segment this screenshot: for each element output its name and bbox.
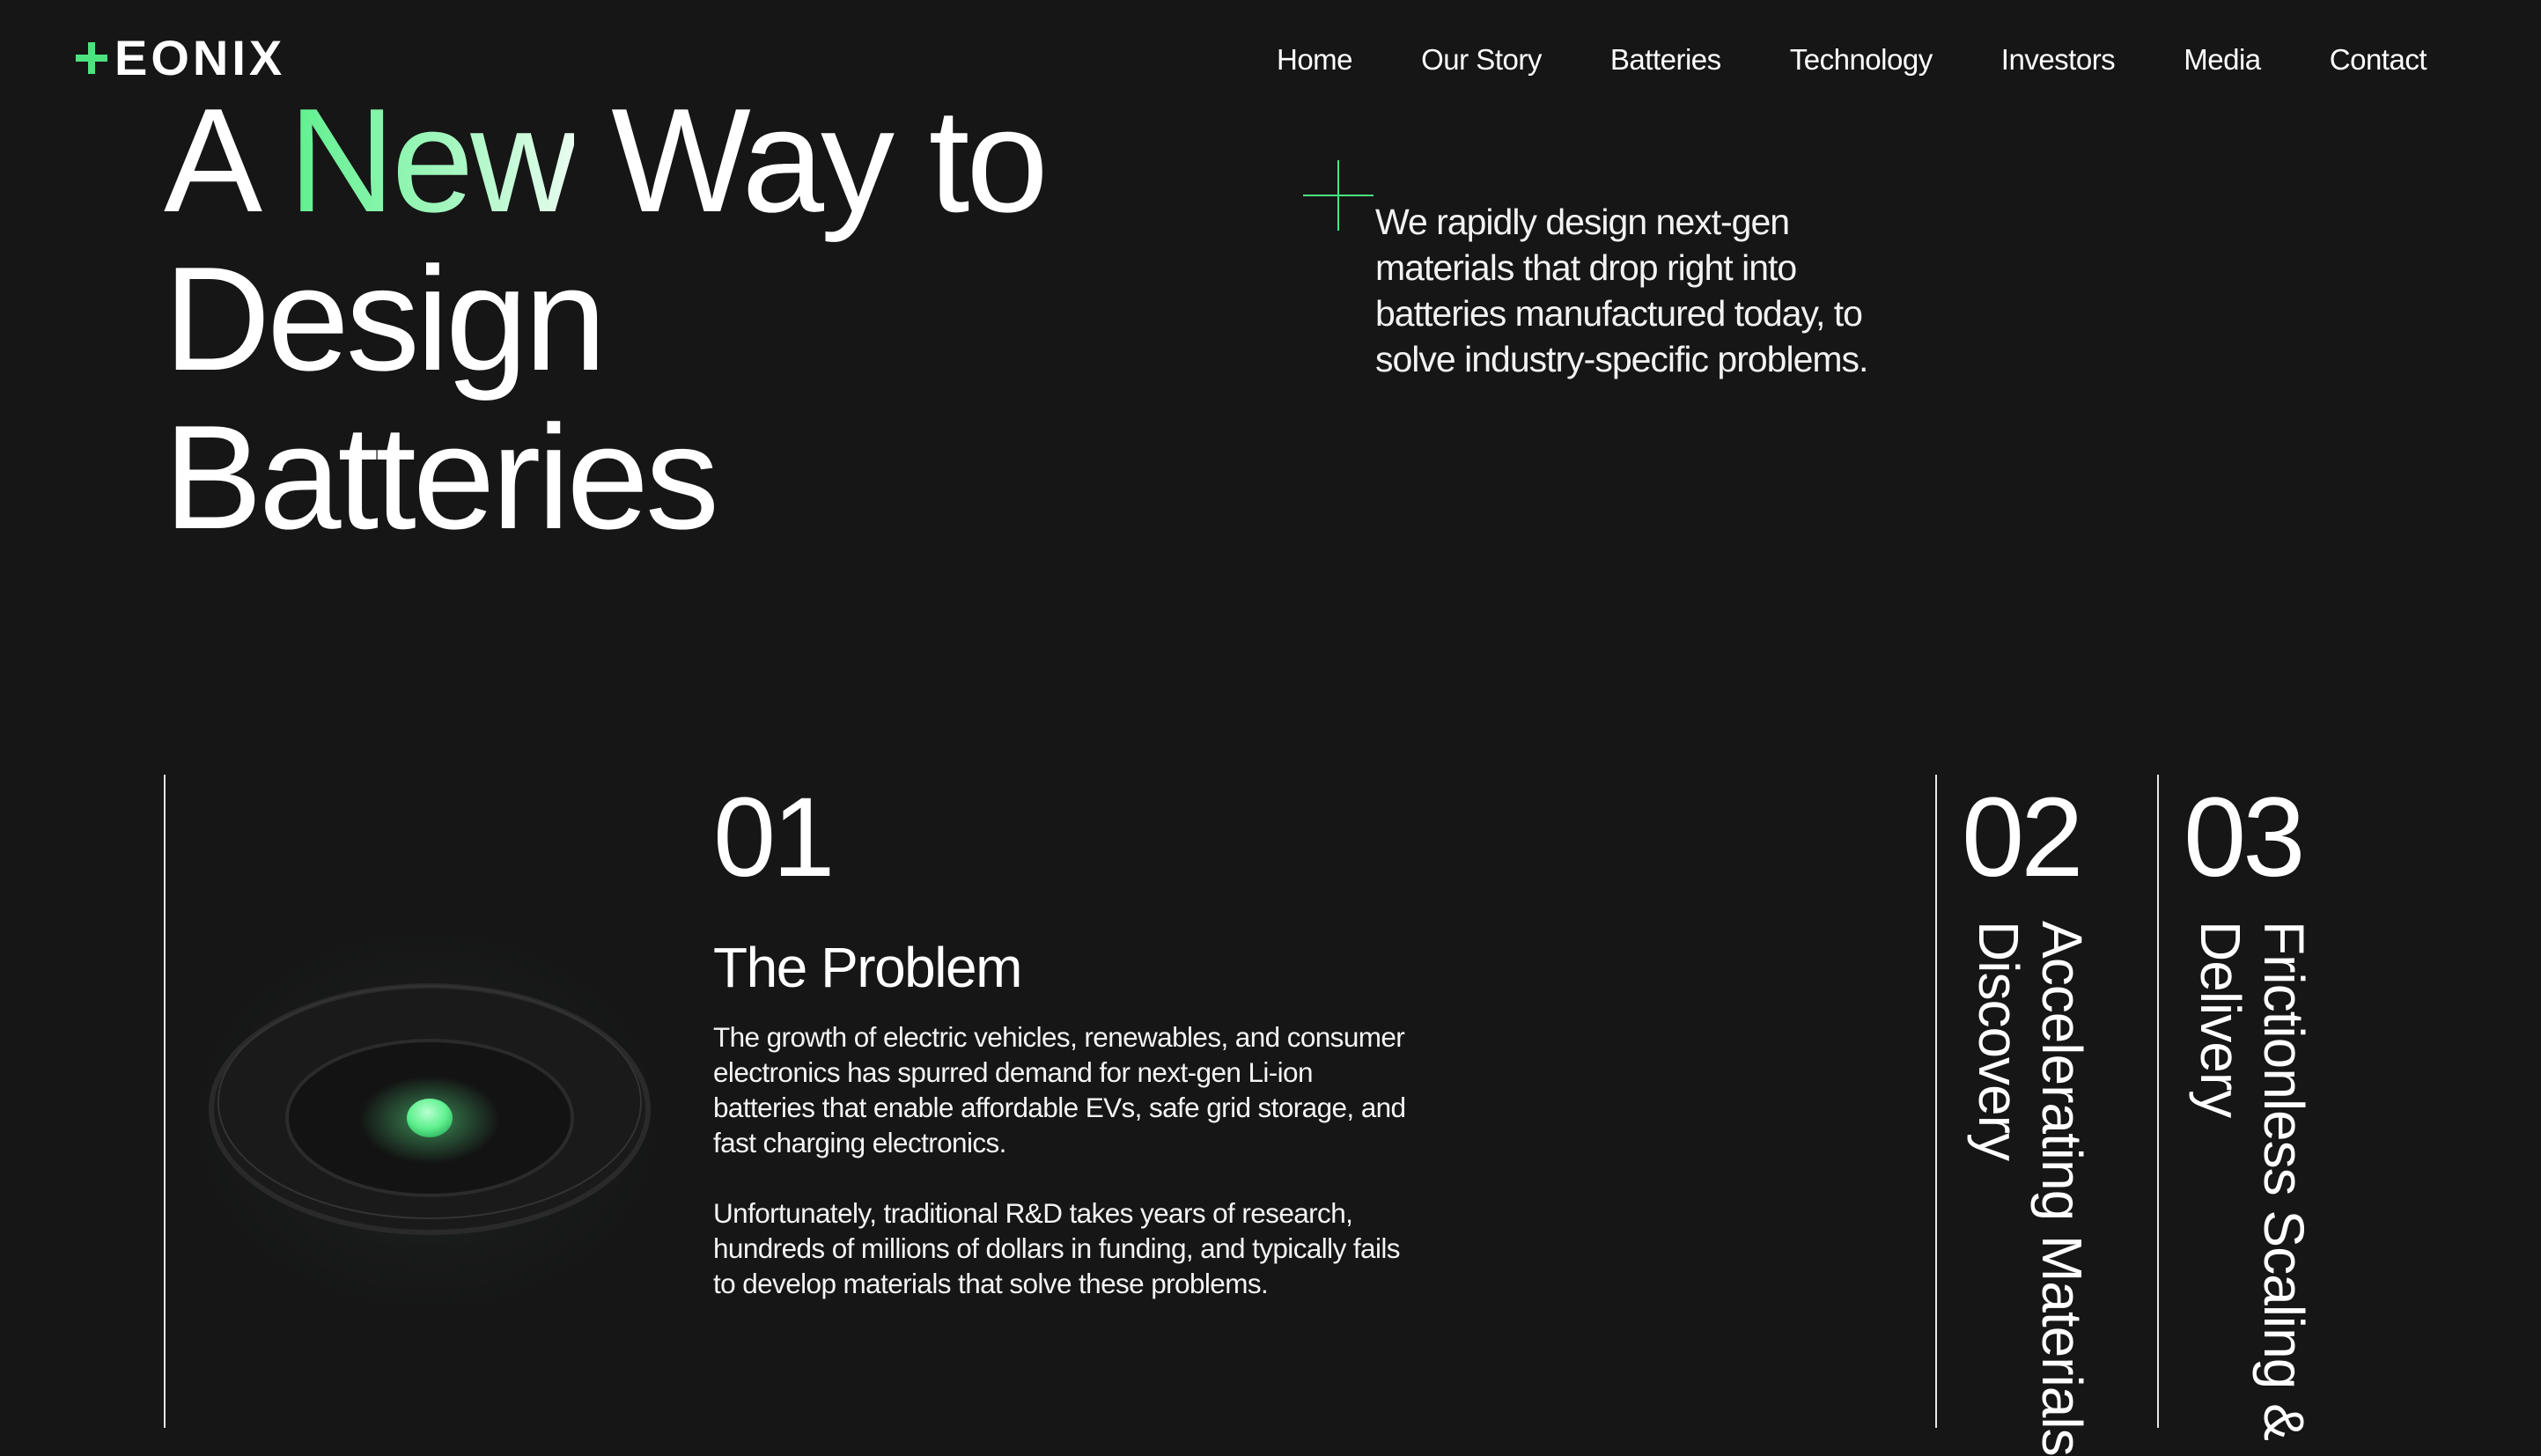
step-02-title[interactable]: Accelerating Materials Discovery bbox=[1967, 921, 2094, 1456]
step-02-title-line2: Discovery bbox=[1967, 921, 2030, 1160]
hero-intro: We rapidly design next-gen materials tha… bbox=[1375, 202, 1868, 379]
nav-our-story[interactable]: Our Story bbox=[1421, 39, 1542, 81]
hero-line3: Batteries bbox=[164, 394, 719, 560]
step-01-paragraph-2: Unfortunately, traditional R&D takes yea… bbox=[713, 1197, 1401, 1299]
nav-media[interactable]: Media bbox=[2184, 39, 2261, 81]
divider-line-01 bbox=[164, 775, 166, 1428]
step-02-number[interactable]: 02 bbox=[1962, 782, 2083, 894]
nav-home[interactable]: Home bbox=[1277, 39, 1353, 81]
site-header: EONIX Home Our Story Batteries Technolog… bbox=[0, 0, 2541, 109]
nav-investors[interactable]: Investors bbox=[2001, 39, 2116, 81]
step-03-title[interactable]: Frictionless Scaling & Delivery bbox=[2189, 921, 2316, 1440]
nav-contact[interactable]: Contact bbox=[2330, 39, 2427, 81]
step-03-title-line2: Delivery bbox=[2189, 921, 2252, 1118]
cross-icon bbox=[1303, 160, 1374, 231]
step-03-title-line1: Frictionless Scaling & bbox=[2252, 921, 2316, 1440]
step-02-title-line1: Accelerating Materials bbox=[2030, 921, 2094, 1456]
brand-logo[interactable]: EONIX bbox=[74, 33, 285, 83]
divider-line-02 bbox=[1935, 775, 1937, 1428]
main-nav: Home Our Story Batteries Technology Inve… bbox=[1277, 39, 2427, 81]
step-01-paragraph-1: The growth of electric vehicles, renewab… bbox=[713, 1021, 1406, 1158]
divider-line-03 bbox=[2157, 775, 2159, 1428]
nav-technology[interactable]: Technology bbox=[1790, 39, 1933, 81]
glowing-orb-illustration bbox=[181, 898, 674, 1303]
hero-line2: Design bbox=[164, 236, 607, 401]
step-01-title: The Problem bbox=[713, 936, 1022, 999]
plus-logo-icon bbox=[76, 42, 107, 74]
nav-batteries[interactable]: Batteries bbox=[1610, 39, 1721, 81]
hero-title: A New Way to Design Batteries bbox=[164, 81, 1049, 556]
step-03-number[interactable]: 03 bbox=[2184, 782, 2305, 894]
logo-text: EONIX bbox=[114, 30, 286, 85]
step-01-number: 01 bbox=[713, 775, 835, 901]
